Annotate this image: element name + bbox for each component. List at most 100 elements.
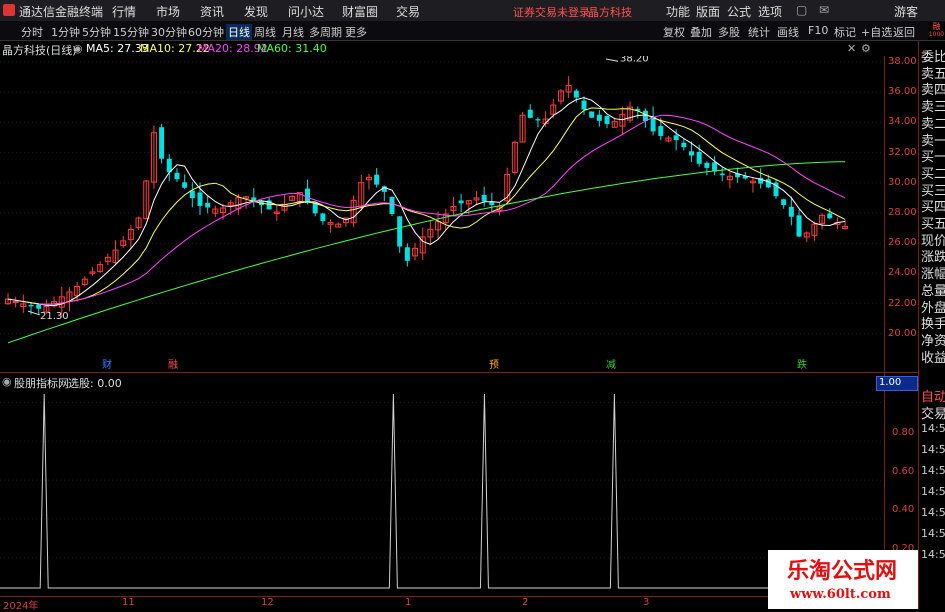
- tool-draw[interactable]: 画线: [777, 24, 799, 40]
- menu-trade[interactable]: 交易: [396, 3, 420, 20]
- candle-body: [458, 200, 464, 204]
- date-label: 1: [405, 597, 412, 608]
- menu-wealth[interactable]: 财富圈: [342, 3, 378, 20]
- candle-body: [320, 213, 326, 222]
- indicator-toggle-icon[interactable]: ◉: [2, 375, 12, 388]
- period-intraday[interactable]: 分时: [21, 24, 43, 40]
- candle-body: [796, 215, 802, 237]
- menu-function[interactable]: 功能: [666, 3, 690, 20]
- menu-market-quotes[interactable]: 行情: [112, 3, 136, 20]
- tool-multi-stock[interactable]: 多股: [718, 24, 740, 40]
- candle-body: [712, 162, 718, 172]
- candle-body: [781, 199, 787, 206]
- candle-body: [689, 151, 695, 156]
- ma-toggle-icon[interactable]: ◉: [73, 42, 83, 55]
- candle-body: [159, 127, 165, 159]
- period-more[interactable]: 更多: [345, 24, 367, 40]
- price-tick-label: 34.00: [888, 116, 917, 128]
- candle-body: [205, 202, 211, 208]
- candle-body: [673, 135, 679, 141]
- mail-icon[interactable]: ✉: [819, 3, 829, 17]
- menu-options[interactable]: 选项: [758, 3, 782, 20]
- quote-panel-item: 14:56: [921, 527, 945, 540]
- candle-body: [573, 90, 579, 98]
- event-mark: 减: [606, 359, 616, 371]
- settings-icon[interactable]: ⚙: [861, 42, 871, 55]
- candle-body: [305, 188, 311, 203]
- period-1min[interactable]: 1分钟: [51, 24, 80, 40]
- low-price-label: 21.30: [40, 311, 69, 322]
- period-multi[interactable]: 多周期: [309, 24, 342, 40]
- indicator-tick-label: 0.40: [892, 504, 915, 516]
- period-weekly[interactable]: 周线: [254, 24, 276, 40]
- period-daily[interactable]: 日线: [226, 24, 252, 40]
- quote-panel-item: 14:56: [921, 443, 945, 456]
- quote-panel-item: 收益: [921, 350, 945, 366]
- quote-panel-item: 14:56: [921, 422, 945, 435]
- candle-body: [489, 202, 495, 206]
- candle-body: [696, 151, 702, 164]
- period-60min[interactable]: 60分钟: [188, 24, 224, 40]
- window-icon[interactable]: ▢: [796, 3, 807, 17]
- indicator-tick-label: 0.60: [892, 465, 915, 477]
- margin-badge-top: 融: [932, 22, 941, 31]
- event-mark: 跌: [797, 358, 807, 371]
- tool-overlay[interactable]: 叠加: [690, 24, 712, 40]
- margin-badge: 融 1000: [928, 22, 945, 40]
- menu-formula[interactable]: 公式: [727, 3, 751, 20]
- candle-body: [312, 203, 318, 214]
- period-monthly[interactable]: 月线: [282, 24, 304, 40]
- high-price-label: 38.20: [620, 56, 649, 64]
- ma60-line: [7, 161, 846, 344]
- stock-name: 晶方科技: [588, 6, 632, 19]
- indicator-current-box: 1.00: [876, 376, 918, 391]
- chart-divider: [0, 372, 918, 373]
- candle-body: [404, 247, 410, 261]
- date-label: 12: [261, 597, 274, 608]
- indicator-line: [0, 393, 884, 589]
- low-price-pointer: [27, 310, 41, 316]
- kline-chart[interactable]: 38.20 21.30 财 融 预 减 跌: [0, 56, 888, 374]
- tool-f10[interactable]: F10: [808, 24, 828, 37]
- app-logo-icon: [3, 4, 15, 16]
- price-axis: 38.00 36.00 34.00 32.00 30.00 28.00 26.00 24.00…: [884, 56, 918, 374]
- candle-body: [704, 162, 710, 168]
- date-label: 11: [122, 597, 135, 608]
- indicator-chart[interactable]: [0, 388, 884, 596]
- login-status[interactable]: 证券交易未登录: [513, 4, 590, 20]
- candle-body: [681, 142, 687, 148]
- price-tick-label: 36.00: [888, 86, 917, 98]
- tool-add-watch[interactable]: +自选: [861, 24, 892, 40]
- close-icon[interactable]: ✕: [847, 42, 856, 55]
- period-30min[interactable]: 30分钟: [151, 24, 187, 40]
- menu-ask[interactable]: 问小达: [288, 3, 324, 20]
- tool-mark[interactable]: 标记: [834, 24, 856, 40]
- menu-market[interactable]: 市场: [156, 3, 180, 20]
- menu-layout[interactable]: 版面: [696, 3, 720, 20]
- app-title: 通达信金融终端: [19, 5, 104, 19]
- menu-discover[interactable]: 发现: [244, 3, 268, 20]
- price-tick-label: 38.00: [888, 56, 917, 67]
- candle-body: [827, 213, 833, 219]
- quote-panel: 委比 卖五 卖四 卖三 卖二 卖一 买一 买二 买三 买四 买五 现价 涨跌 涨幅 总量 外盘 换手 净资 收益 自动…: [918, 41, 945, 609]
- candle-body: [765, 179, 771, 188]
- menu-news[interactable]: 资讯: [200, 3, 224, 20]
- candle-body: [389, 196, 395, 214]
- tool-adjust[interactable]: 复权: [663, 24, 685, 40]
- date-label: 2024年: [3, 601, 39, 612]
- high-price-pointer: [605, 58, 619, 62]
- price-tick-label: 26.00: [888, 237, 917, 249]
- tool-stats[interactable]: 统计: [748, 24, 770, 40]
- period-15min[interactable]: 15分钟: [113, 24, 149, 40]
- period-5min[interactable]: 5分钟: [82, 24, 111, 40]
- candle-body: [719, 173, 725, 176]
- date-axis: 2024年 11 12 1 2 3: [0, 596, 884, 612]
- event-mark: 财: [102, 358, 112, 371]
- price-tick-label: 20.00: [888, 327, 917, 339]
- tool-back[interactable]: 返回: [893, 24, 915, 40]
- ma60-value: MA60: 31.40: [257, 42, 327, 55]
- indicator-current-value: 1.00: [879, 377, 902, 388]
- candle-body: [788, 206, 794, 217]
- guest-user[interactable]: 游客: [894, 3, 918, 20]
- top-menu-bar: 通达信金融终端 行情 市场 资讯 发现 问小达 财富圈 交易 证券交易未登录 晶…: [0, 0, 945, 22]
